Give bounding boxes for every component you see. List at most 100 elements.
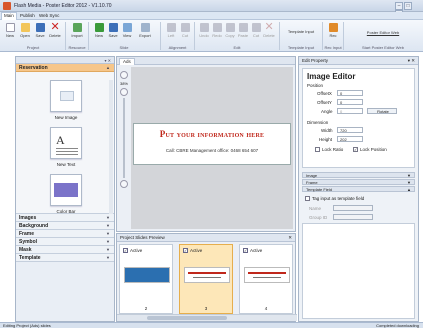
view-slide-button[interactable]: View: [119, 23, 135, 38]
preview-header: Project Slides Preview ✕: [117, 234, 295, 242]
checkbox[interactable]: [315, 147, 320, 153]
window-controls: –□×: [394, 2, 420, 18]
open-label: Open: [20, 33, 30, 38]
maximize-button[interactable]: □: [404, 2, 412, 10]
preview-close-icon[interactable]: ✕: [288, 235, 292, 241]
poster-editor-web-link[interactable]: Poster Editor Web: [348, 30, 418, 35]
gallery-item-new-text[interactable]: A New Text: [46, 127, 86, 167]
dimension-label: Dimension: [307, 120, 329, 125]
section-template[interactable]: Template ▼: [16, 254, 114, 262]
offsetx-input[interactable]: 0: [337, 90, 363, 96]
collapse-template-field[interactable]: Template Field ▲: [302, 186, 415, 192]
scissors-icon: [251, 23, 261, 32]
export-slide-button[interactable]: Export: [134, 23, 156, 38]
property-pin-icon[interactable]: ▾ ✕: [408, 57, 415, 65]
cut-icon: [180, 23, 190, 32]
new-file-icon: [5, 23, 15, 32]
gallery-item-color-bar[interactable]: Color Bar: [46, 174, 86, 214]
delete-x-icon: ✕: [50, 21, 60, 33]
tag-input-checkbox[interactable]: Tag input as template field: [305, 196, 365, 202]
group-rec-input: Rec Input: [324, 45, 342, 50]
save-icon: [108, 23, 118, 32]
image-editor: Image Editor Position OffsetX 0 OffsetY …: [302, 68, 415, 168]
section-images[interactable]: Images ▼: [16, 214, 114, 222]
section-reservation[interactable]: Reservation ▲: [16, 64, 114, 72]
thumb-preview: [124, 267, 170, 283]
align-cut-label: Cut: [181, 33, 189, 38]
checkbox[interactable]: ✓: [353, 147, 358, 153]
undo-label: Undo: [199, 33, 209, 38]
offsety-input[interactable]: 0: [337, 99, 363, 105]
minimize-button[interactable]: –: [395, 2, 403, 10]
delete-button[interactable]: ✕ Delete: [261, 21, 277, 39]
banner-headline[interactable]: Put your information here: [134, 129, 290, 139]
rotate-button[interactable]: Rotate: [367, 108, 397, 114]
zoom-fit-icon[interactable]: [120, 71, 128, 79]
banner-subline[interactable]: Call: CBRE Management office: 0468 654 6…: [134, 148, 290, 153]
checkbox-active[interactable]: ✓: [243, 248, 248, 253]
section-label: Reservation: [19, 65, 48, 71]
editor-tabs: Ads: [117, 57, 295, 65]
save-project-button[interactable]: Save: [32, 23, 48, 38]
panel-pin-controls[interactable]: ▾ ✕: [16, 57, 114, 64]
template-input-dropdown[interactable]: Template Input: [282, 29, 320, 34]
collapse-image[interactable]: Image ▼: [302, 172, 415, 178]
slide-thumb-3[interactable]: ✓ Active 3: [179, 244, 233, 314]
thumb-number: 2: [144, 306, 148, 311]
open-project-button[interactable]: Open: [17, 23, 33, 38]
rec-button[interactable]: Rec: [325, 23, 341, 38]
checkbox-active[interactable]: ✓: [123, 248, 128, 253]
thumb-label: Active: [130, 248, 143, 253]
width-label: Width: [321, 128, 333, 133]
name-input[interactable]: [333, 205, 373, 211]
align-cut-button[interactable]: Cut: [177, 23, 193, 38]
slide-banner[interactable]: Put your information here Call: CBRE Man…: [133, 123, 291, 165]
status-bar: Editing Project (Ads) slides Completed d…: [0, 322, 423, 328]
group-slide: Slide: [119, 45, 129, 50]
angle-input[interactable]: 0: [337, 108, 363, 114]
checkbox-active[interactable]: ✓: [183, 248, 188, 253]
preview-scrollbar[interactable]: [117, 314, 297, 321]
gallery-scrollbar[interactable]: [109, 80, 113, 214]
slide-canvas[interactable]: Put your information here Call: CBRE Man…: [131, 67, 293, 229]
section-label: Symbol: [19, 239, 38, 245]
width-input[interactable]: 720: [337, 127, 363, 133]
window-title: Flash Media - Poster Editor 2012 - V1.10…: [14, 3, 112, 9]
height-input[interactable]: 202: [337, 136, 363, 142]
section-frame[interactable]: Frame ▼: [16, 230, 114, 238]
zoom-slider[interactable]: [123, 98, 125, 178]
gallery-item-new-image[interactable]: New Image: [46, 80, 86, 120]
section-label: Template: [19, 255, 41, 261]
folder-icon: [20, 23, 30, 32]
section-background[interactable]: Background ▼: [16, 222, 114, 230]
collapse-label: Image: [306, 173, 318, 178]
delete-x-icon: ✕: [264, 21, 274, 33]
section-mask[interactable]: Mask ▼: [16, 246, 114, 254]
tab-ads[interactable]: Ads: [119, 58, 135, 65]
collapse-frame[interactable]: Frame ▼: [302, 179, 415, 185]
thumb-label: Active: [250, 248, 263, 253]
thumb-label: Active: [190, 248, 203, 253]
group-id-input[interactable]: [333, 214, 373, 220]
section-label: Images: [19, 215, 37, 221]
zoom-in-icon[interactable]: [120, 88, 128, 96]
chevron-up-icon: ▲: [106, 65, 110, 70]
slide-thumb-4[interactable]: ✓ Active 4: [239, 244, 293, 314]
paste-icon: [238, 23, 248, 32]
import-resource-button[interactable]: Import: [69, 23, 85, 38]
section-symbol[interactable]: Symbol ▼: [16, 238, 114, 246]
tab-main[interactable]: Main: [1, 12, 17, 20]
checkbox[interactable]: [305, 196, 310, 202]
tab-web-sync[interactable]: Web Sync: [37, 13, 61, 18]
save-icon: [35, 23, 45, 32]
edit-delete-label: Delete: [263, 33, 275, 38]
tab-publish[interactable]: Publish: [18, 13, 37, 18]
delete-project-button[interactable]: ✕ Delete: [47, 21, 63, 39]
lock-position-checkbox[interactable]: ✓ Lock Position: [353, 147, 387, 153]
image-placeholder-icon: [50, 80, 82, 112]
slide-thumb-2[interactable]: ✓ Active 2: [119, 244, 173, 314]
lock-ratio-checkbox[interactable]: Lock Ratio: [315, 147, 343, 153]
tag-input-label: Tag input as template field: [312, 196, 365, 201]
new-project-button[interactable]: New: [2, 23, 18, 38]
zoom-out-icon[interactable]: [120, 180, 128, 188]
